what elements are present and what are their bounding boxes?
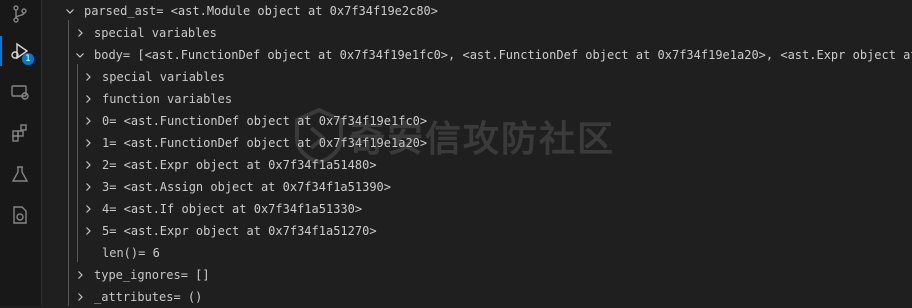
variable-row[interactable]: body = [<ast.FunctionDef object at 0x7f3… bbox=[41, 44, 912, 66]
variable-name: 1 bbox=[102, 136, 110, 150]
testing-icon[interactable] bbox=[8, 162, 32, 186]
chevron-right-icon[interactable] bbox=[74, 27, 86, 39]
variable-row[interactable]: special variables bbox=[41, 66, 912, 88]
variable-name: type_ignores bbox=[94, 268, 181, 282]
variable-name: 5 bbox=[102, 224, 110, 238]
variable-row[interactable]: parsed_ast = <ast.Module object at 0x7f3… bbox=[41, 0, 912, 22]
variable-row[interactable]: 1 = <ast.FunctionDef object at 0x7f34f19… bbox=[41, 132, 912, 154]
chevron-right-icon[interactable] bbox=[82, 137, 94, 149]
variable-name: _attributes bbox=[94, 290, 174, 304]
variable-value: = <ast.Expr object at 0x7f34f1a51270> bbox=[109, 224, 377, 238]
variable-name: parsed_ast bbox=[84, 4, 157, 18]
variable-row[interactable]: special variables bbox=[41, 22, 912, 44]
variable-name: 3 bbox=[102, 180, 110, 194]
chevron-down-icon[interactable] bbox=[64, 5, 76, 17]
chevron-right-icon[interactable] bbox=[82, 203, 94, 215]
variable-name: 2 bbox=[102, 158, 110, 172]
settings-sync-icon[interactable] bbox=[8, 203, 32, 227]
variable-name: body bbox=[94, 48, 123, 62]
variable-row[interactable]: 4 = <ast.If object at 0x7f34f1a51330> bbox=[41, 198, 912, 220]
variable-name: len() bbox=[102, 246, 139, 260]
chevron-right-icon[interactable] bbox=[74, 269, 86, 281]
variable-value: = <ast.If object at 0x7f34f1a51330> bbox=[109, 202, 363, 216]
variable-value: = () bbox=[173, 290, 203, 304]
chevron-right-icon[interactable] bbox=[82, 181, 94, 193]
variable-name: special variables bbox=[102, 70, 225, 84]
extensions-icon[interactable] bbox=[8, 121, 32, 145]
run-debug-icon[interactable]: 1 bbox=[8, 39, 34, 65]
remote-explorer-icon[interactable] bbox=[8, 80, 32, 104]
variable-row[interactable]: len() = 6 bbox=[41, 242, 912, 264]
variable-value: = <ast.FunctionDef object at 0x7f34f19e1… bbox=[109, 136, 428, 150]
chevron-right-icon[interactable] bbox=[82, 115, 94, 127]
variable-name: special variables bbox=[94, 26, 217, 40]
variable-value: = 6 bbox=[138, 246, 160, 260]
debug-badge: 1 bbox=[22, 53, 34, 65]
variable-name: function variables bbox=[102, 92, 233, 106]
variable-row[interactable]: 2 = <ast.Expr object at 0x7f34f1a51480> bbox=[41, 154, 912, 176]
variable-row[interactable]: type_ignores = [] bbox=[41, 264, 912, 286]
variable-value: = <ast.FunctionDef object at 0x7f34f19e1… bbox=[109, 114, 428, 128]
active-indicator bbox=[0, 36, 2, 66]
variable-value: = <ast.Module object at 0x7f34f19e2c80> bbox=[156, 4, 439, 18]
chevron-right-icon[interactable] bbox=[82, 225, 94, 237]
variable-value: = [] bbox=[180, 268, 210, 282]
source-control-icon[interactable] bbox=[8, 2, 32, 26]
chevron-right-icon[interactable] bbox=[82, 159, 94, 171]
variable-row[interactable]: 3 = <ast.Assign object at 0x7f34f1a51390… bbox=[41, 176, 912, 198]
chevron-down-icon[interactable] bbox=[74, 49, 86, 61]
variables-tree: parsed_ast = <ast.Module object at 0x7f3… bbox=[41, 0, 912, 306]
variable-row[interactable]: 5 = <ast.Expr object at 0x7f34f1a51270> bbox=[41, 220, 912, 242]
variable-value: = <ast.Expr object at 0x7f34f1a51480> bbox=[109, 158, 377, 172]
variable-name: 4 bbox=[102, 202, 110, 216]
variable-name: 0 bbox=[102, 114, 110, 128]
chevron-right-icon[interactable] bbox=[74, 291, 86, 303]
variable-value: = <ast.Assign object at 0x7f34f1a51390> bbox=[109, 180, 391, 194]
chevron-right-icon[interactable] bbox=[82, 71, 94, 83]
chevron-right-icon[interactable] bbox=[82, 93, 94, 105]
variable-row[interactable]: _attributes = () bbox=[41, 286, 912, 308]
variable-row[interactable]: function variables bbox=[41, 88, 912, 110]
variable-row[interactable]: 0 = <ast.FunctionDef object at 0x7f34f19… bbox=[41, 110, 912, 132]
activity-bar: 1 bbox=[0, 0, 42, 306]
variable-value: = [<ast.FunctionDef object at 0x7f34f19e… bbox=[122, 48, 912, 62]
